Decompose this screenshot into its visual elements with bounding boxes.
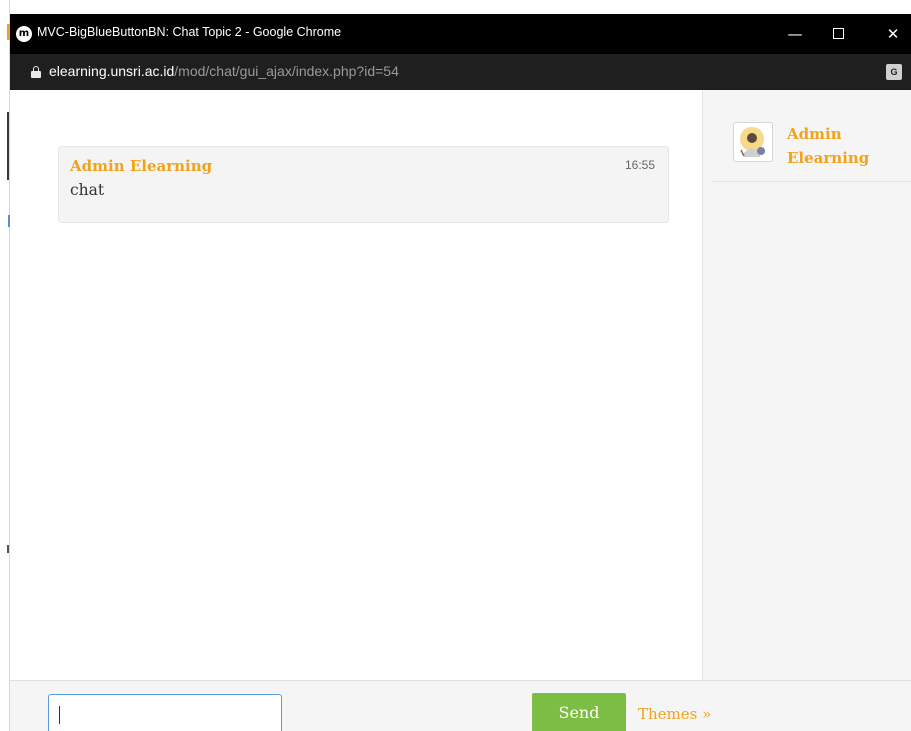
close-button[interactable]: ✕ [878, 22, 908, 46]
moodle-app-icon: m [16, 26, 32, 42]
translate-icon[interactable]: G [886, 64, 902, 80]
message-input[interactable] [48, 694, 282, 731]
user-name[interactable]: Admin Elearning [787, 122, 887, 170]
background-mark [7, 545, 9, 553]
chat-page: Admin Elearning 16:55 chat Admin Elearni [10, 90, 911, 731]
users-pane: Admin Elearning [702, 90, 911, 680]
url-domain: elearning.unsri.ac.id [49, 63, 175, 79]
url-text[interactable]: elearning.unsri.ac.id/mod/chat/gui_ajax/… [49, 63, 399, 79]
user-list-item[interactable]: Admin Elearning [711, 110, 911, 182]
maximize-button[interactable] [823, 22, 853, 46]
send-button[interactable]: Send [532, 693, 626, 731]
message-author: Admin Elearning [70, 157, 213, 175]
user-avatar-icon [740, 127, 765, 157]
text-caret [59, 706, 60, 724]
address-bar[interactable]: elearning.unsri.ac.id/mod/chat/gui_ajax/… [10, 54, 911, 90]
minimize-button[interactable]: — [780, 22, 810, 46]
message-time: 16:55 [624, 158, 655, 172]
title-bar[interactable]: m MVC-BigBlueButtonBN: Chat Topic 2 - Go… [10, 14, 911, 54]
url-path: /mod/chat/gui_ajax/index.php?id=54 [174, 63, 399, 79]
background-window-edge [0, 0, 10, 731]
composer-bar: Send Themes » [10, 680, 911, 731]
background-mark [7, 112, 9, 180]
chat-message: Admin Elearning 16:55 chat [58, 146, 669, 223]
maximize-icon [832, 28, 844, 39]
themes-link[interactable]: Themes » [638, 705, 711, 723]
chrome-window: m MVC-BigBlueButtonBN: Chat Topic 2 - Go… [10, 14, 911, 731]
window-title: MVC-BigBlueButtonBN: Chat Topic 2 - Goog… [37, 25, 342, 39]
lock-icon[interactable] [31, 66, 41, 78]
messages-pane: Admin Elearning 16:55 chat [10, 90, 702, 680]
message-text: chat [70, 181, 105, 199]
user-avatar[interactable] [733, 122, 773, 162]
